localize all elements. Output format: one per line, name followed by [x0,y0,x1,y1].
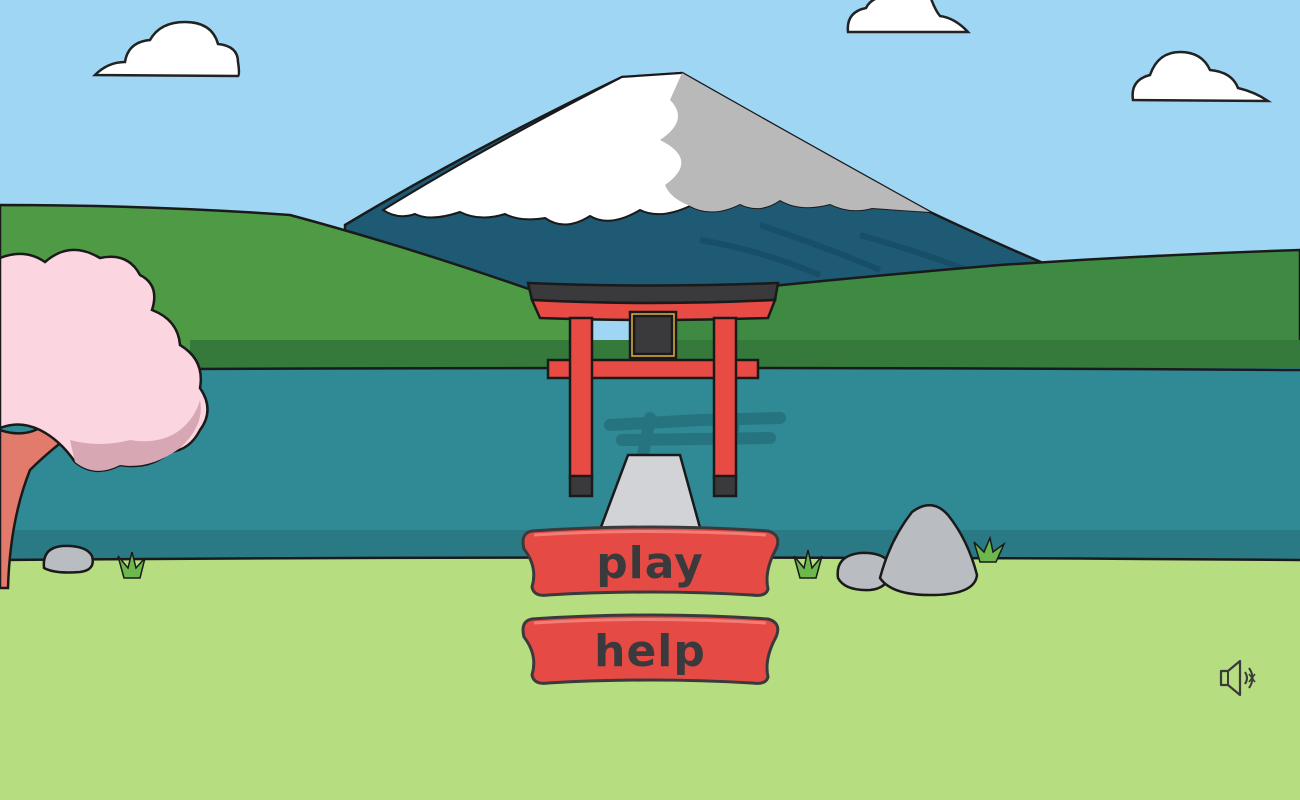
speaker-sound-on-icon [1219,659,1256,697]
play-button[interactable]: play [520,525,780,599]
play-button-label: play [596,537,704,589]
sound-toggle-button[interactable] [1216,656,1262,700]
help-button[interactable]: help [520,613,780,687]
help-button-label: help [594,625,706,677]
